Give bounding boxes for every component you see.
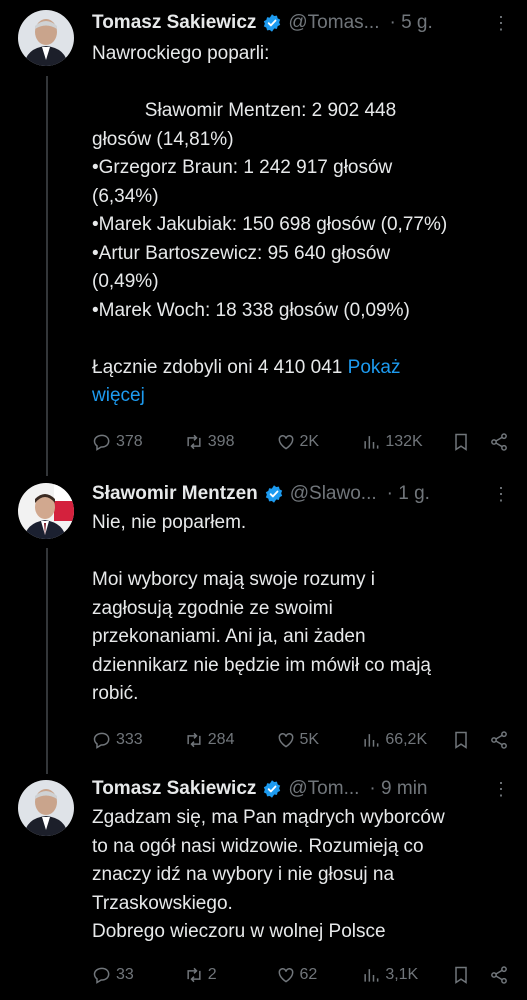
avatar[interactable] xyxy=(18,780,74,836)
views-count: 66,2K xyxy=(385,731,428,748)
tweet-header: Tomasz Sakiewicz @Tomas... · 5 g. ⋮ xyxy=(92,9,511,37)
tweet-actions: 333 284 5K 66,2K xyxy=(92,727,509,753)
reply-button[interactable]: 33 xyxy=(92,965,184,985)
views-button[interactable]: 3,1K xyxy=(361,965,451,985)
tweet-1[interactable]: Tomasz Sakiewicz @Tomas... · 5 g. ⋮ Nawr… xyxy=(0,0,527,470)
tweet-header: Tomasz Sakiewicz @Tom... · 9 min ⋮ xyxy=(92,775,511,803)
tweet-3[interactable]: Tomasz Sakiewicz @Tom... · 9 min ⋮ Zgadz… xyxy=(0,770,527,1000)
author-handle[interactable]: @Tom... xyxy=(288,778,359,800)
retweet-button[interactable]: 2 xyxy=(184,965,276,985)
avatar[interactable] xyxy=(18,10,74,66)
reply-button[interactable]: 333 xyxy=(92,730,184,750)
like-count: 2K xyxy=(299,433,320,450)
verified-badge-icon xyxy=(262,13,282,33)
like-button[interactable]: 5K xyxy=(276,730,362,750)
retweet-count: 2 xyxy=(207,966,217,983)
retweet-button[interactable]: 398 xyxy=(184,432,276,452)
tweet-paragraph: Nie, nie poparłem. xyxy=(92,512,247,533)
views-icon xyxy=(364,436,379,449)
timestamp[interactable]: · 5 g. xyxy=(389,12,432,34)
share-button[interactable] xyxy=(489,730,509,750)
retweet-button[interactable]: 284 xyxy=(184,730,276,750)
views-count: 3,1K xyxy=(385,966,419,983)
retweet-count: 284 xyxy=(207,731,235,748)
more-options-icon[interactable]: ⋮ xyxy=(484,13,511,34)
reply-count: 333 xyxy=(116,731,143,748)
reply-icon xyxy=(93,434,110,451)
bookmark-icon xyxy=(455,731,467,749)
tweet-2[interactable]: Sławomir Mentzen @Slawo... · 1 g. ⋮ Nie,… xyxy=(0,470,527,770)
retweet-count: 398 xyxy=(207,433,235,450)
retweet-icon xyxy=(187,434,201,450)
tweet-actions: 378 398 2K 132K xyxy=(92,429,509,455)
author-handle[interactable]: @Tomas... xyxy=(288,12,379,34)
views-button[interactable]: 132K xyxy=(361,432,451,452)
tweet-header: Sławomir Mentzen @Slawo... · 1 g. ⋮ xyxy=(92,480,511,508)
retweet-icon xyxy=(187,967,201,983)
like-count: 62 xyxy=(299,966,318,983)
bookmark-icon xyxy=(455,433,467,451)
avatar[interactable] xyxy=(18,483,74,539)
bookmark-icon xyxy=(455,966,467,984)
views-count: 132K xyxy=(385,433,423,450)
bookmark-button[interactable] xyxy=(451,730,489,750)
share-icon xyxy=(491,731,507,749)
timestamp[interactable]: · 9 min xyxy=(369,778,427,800)
share-icon xyxy=(491,433,507,451)
reply-count: 33 xyxy=(116,966,134,983)
share-icon xyxy=(491,966,507,984)
reply-icon xyxy=(93,732,110,749)
tweet-paragraph: Zgadzam się, ma Pan mądrych wyborców to … xyxy=(92,807,445,942)
tweet-paragraph: Moi wyborcy mają swoje rozumy i zagłosuj… xyxy=(92,569,431,704)
tweet-paragraph: Nawrockiego poparli: xyxy=(92,43,270,64)
more-options-icon[interactable]: ⋮ xyxy=(484,484,511,505)
verified-badge-icon xyxy=(264,484,284,504)
views-icon xyxy=(364,734,379,747)
share-button[interactable] xyxy=(489,432,509,452)
tweet-paragraph-last: Łącznie zdobyli oni 4 410 041 Pokaż więc… xyxy=(92,354,513,411)
views-icon xyxy=(364,969,379,982)
views-button[interactable]: 66,2K xyxy=(361,730,451,750)
verified-badge-icon xyxy=(262,779,282,799)
tweet-paragraph: Sławomir Mentzen: 2 902 448 głosów (14,8… xyxy=(92,100,448,321)
heart-icon xyxy=(278,967,293,983)
tweet-paragraph xyxy=(92,325,513,354)
retweet-icon xyxy=(187,732,201,748)
author-name[interactable]: Tomasz Sakiewicz xyxy=(92,778,256,800)
like-button[interactable]: 62 xyxy=(276,965,362,985)
tweet-text: Zgadzam się, ma Pan mądrych wyborców to … xyxy=(92,804,513,947)
author-name[interactable]: Tomasz Sakiewicz xyxy=(92,12,256,34)
tweet-paragraph xyxy=(92,538,513,567)
reply-button[interactable]: 378 xyxy=(92,432,184,452)
reply-count: 378 xyxy=(116,433,143,450)
author-handle[interactable]: @Slawo... xyxy=(290,483,377,505)
tweet-text: Nie, nie poparłem. Moi wyborcy mają swoj… xyxy=(92,509,513,709)
more-options-icon[interactable]: ⋮ xyxy=(484,779,511,800)
bookmark-button[interactable] xyxy=(451,432,489,452)
like-count: 5K xyxy=(299,731,320,748)
heart-icon xyxy=(278,732,293,748)
heart-icon xyxy=(278,434,293,450)
author-name[interactable]: Sławomir Mentzen xyxy=(92,483,258,505)
tweet-actions: 33 2 62 3,1K xyxy=(92,962,509,988)
share-button[interactable] xyxy=(489,965,509,985)
tweet-paragraph: Łącznie zdobyli oni 4 410 041 xyxy=(92,356,348,378)
bookmark-button[interactable] xyxy=(451,965,489,985)
tweet-paragraph xyxy=(92,69,513,98)
reply-icon xyxy=(93,967,110,984)
timestamp[interactable]: · 1 g. xyxy=(387,483,430,505)
like-button[interactable]: 2K xyxy=(276,432,362,452)
tweet-text: Nawrockiego poparli: Sławomir Mentzen: 2… xyxy=(92,40,513,411)
